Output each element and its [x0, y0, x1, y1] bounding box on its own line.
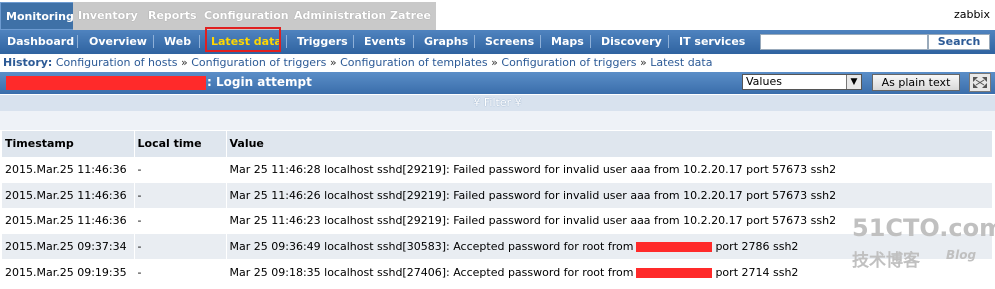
- history-link[interactable]: Configuration of templates: [340, 56, 488, 69]
- tab-reports-label: Reports: [148, 9, 197, 22]
- table-row: 2015.Mar.25 09:19:35 - Mar 25 09:18:35 l…: [2, 258, 993, 285]
- cell-value-text: Mar 25 11:46:26 localhost sshd[29219]: F…: [229, 188, 837, 202]
- cell-timestamp: 2015.Mar.25 11:46:36: [2, 156, 135, 183]
- table-header-row: Timestamp Local time Value: [2, 131, 993, 157]
- cell-local-time: -: [134, 258, 227, 285]
- submenu-triggers[interactable]: Triggers: [297, 34, 348, 50]
- submenu-separator: [413, 35, 414, 48]
- history-separator: »: [491, 56, 498, 69]
- history-link[interactable]: Latest data: [650, 56, 712, 69]
- submenu-separator: [77, 35, 78, 48]
- history-separator: »: [181, 56, 188, 69]
- username: zabbix: [953, 8, 990, 21]
- watermark-logo: 51CTO.com 技术博客 Blog: [852, 214, 995, 274]
- cell-timestamp: 2015.Mar.25 11:46:36: [2, 207, 135, 234]
- cell-value: Mar 25 11:46:26 localhost sshd[29219]: F…: [226, 182, 993, 209]
- cell-value-text: Mar 25 09:36:49 localhost sshd[30583]: A…: [229, 240, 634, 254]
- fullscreen-icon[interactable]: [969, 73, 991, 92]
- chevron-down-icon[interactable]: ▼: [846, 75, 861, 89]
- cell-value-text: Mar 25 11:46:28 localhost sshd[29219]: F…: [229, 163, 837, 177]
- cell-value-text: Mar 25 09:18:35 localhost sshd[27406]: A…: [229, 265, 634, 279]
- table-row: 2015.Mar.25 09:37:34 - Mar 25 09:36:49 l…: [2, 233, 993, 260]
- filter-chevron-icon: ¥: [511, 96, 522, 109]
- search-input[interactable]: [760, 34, 928, 50]
- view-select-dropdown[interactable]: Values ▼: [742, 74, 862, 90]
- history-label: History:: [3, 56, 53, 69]
- submenu-separator: [153, 35, 154, 48]
- ip-redaction: [636, 267, 713, 278]
- history-separator: »: [639, 56, 647, 69]
- top-menu-bar: Monitoring Inventory Reports Configurati…: [0, 0, 995, 30]
- cell-local-time: -: [134, 233, 227, 260]
- cell-value-text: Mar 25 11:46:23 localhost sshd[29219]: F…: [229, 214, 837, 228]
- tab-administration-label: Administration: [294, 9, 387, 22]
- table-row: 2015.Mar.25 11:46:36 - Mar 25 11:46:28 l…: [2, 156, 993, 183]
- history-link[interactable]: Configuration of triggers: [501, 56, 636, 69]
- history-breadcrumb: History: Configuration of hosts » Config…: [0, 54, 995, 71]
- watermark-blog-text: Blog: [946, 248, 977, 262]
- table-row: 2015.Mar.25 11:46:36 - Mar 25 11:46:26 l…: [2, 182, 993, 209]
- column-header-local-time[interactable]: Local time: [134, 131, 227, 157]
- submenu-separator: [668, 35, 669, 48]
- submenu-events[interactable]: Events: [364, 34, 406, 50]
- cell-timestamp: 2015.Mar.25 11:46:36: [2, 182, 135, 209]
- cell-local-time: -: [134, 207, 227, 234]
- cell-timestamp: 2015.Mar.25 09:19:35: [2, 258, 135, 285]
- tab-administration[interactable]: Administration: [289, 2, 393, 30]
- tab-zatree-label: Zatree: [390, 9, 432, 22]
- host-name-redaction: [6, 76, 206, 90]
- cell-local-time: -: [134, 182, 227, 209]
- tab-inventory[interactable]: Inventory: [73, 2, 144, 30]
- tab-configuration[interactable]: Configuration: [199, 2, 295, 30]
- submenu-separator: [199, 35, 200, 48]
- tab-monitoring[interactable]: Monitoring: [0, 2, 80, 30]
- column-header-value[interactable]: Value: [226, 131, 993, 157]
- history-separator: »: [329, 56, 337, 69]
- cell-timestamp: 2015.Mar.25 09:37:34: [2, 233, 135, 260]
- submenu-it-services[interactable]: IT services: [679, 34, 745, 50]
- submenu-maps[interactable]: Maps: [551, 34, 584, 50]
- column-header-timestamp[interactable]: Timestamp: [2, 131, 135, 157]
- tab-inventory-label: Inventory: [78, 9, 138, 22]
- search-button[interactable]: Search: [928, 34, 990, 50]
- tab-monitoring-label: Monitoring: [6, 10, 74, 23]
- cell-value: Mar 25 11:46:28 localhost sshd[29219]: F…: [226, 156, 993, 183]
- history-link[interactable]: Configuration of hosts: [56, 56, 178, 69]
- history-values-table: Timestamp Local time Value 2015.Mar.25 1…: [2, 131, 993, 285]
- cell-local-time: -: [134, 156, 227, 183]
- submenu-screens[interactable]: Screens: [485, 34, 534, 50]
- cell-value-text-suffix: port 2714 ssh2: [715, 265, 799, 279]
- plain-text-button[interactable]: As plain text: [872, 74, 960, 91]
- cell-value-text-suffix: port 2786 ssh2: [715, 240, 799, 254]
- filter-spacer: [0, 111, 995, 130]
- latest-data-highlight-box: [205, 27, 281, 52]
- tab-configuration-label: Configuration: [204, 9, 289, 22]
- submenu-separator: [590, 35, 591, 48]
- filter-label: Filter: [483, 96, 512, 109]
- submenu-separator: [540, 35, 541, 48]
- submenu-overview[interactable]: Overview: [89, 34, 147, 50]
- tab-reports[interactable]: Reports: [143, 2, 203, 30]
- tab-zatree[interactable]: Zatree: [385, 2, 438, 30]
- ip-redaction: [636, 242, 713, 253]
- submenu-dashboard[interactable]: Dashboard: [7, 34, 74, 50]
- submenu-separator: [353, 35, 354, 48]
- fullscreen-icon-graphic: [973, 77, 987, 88]
- watermark-main-text: 51CTO.com: [852, 214, 995, 242]
- history-link[interactable]: Configuration of triggers: [191, 56, 326, 69]
- view-select-value: Values: [746, 75, 782, 88]
- item-title: : Login attempt: [207, 75, 312, 89]
- submenu-discovery[interactable]: Discovery: [601, 34, 662, 50]
- submenu-separator: [474, 35, 475, 48]
- submenu-separator: [286, 35, 287, 48]
- table-row: 2015.Mar.25 11:46:36 - Mar 25 11:46:23 l…: [2, 207, 993, 234]
- filter-toggle[interactable]: ¥ Filter ¥: [0, 95, 995, 111]
- watermark-sub-text: 技术博客: [852, 251, 920, 271]
- submenu-graphs[interactable]: Graphs: [424, 34, 468, 50]
- submenu-web[interactable]: Web: [164, 34, 191, 50]
- filter-chevron-icon: ¥: [473, 96, 484, 109]
